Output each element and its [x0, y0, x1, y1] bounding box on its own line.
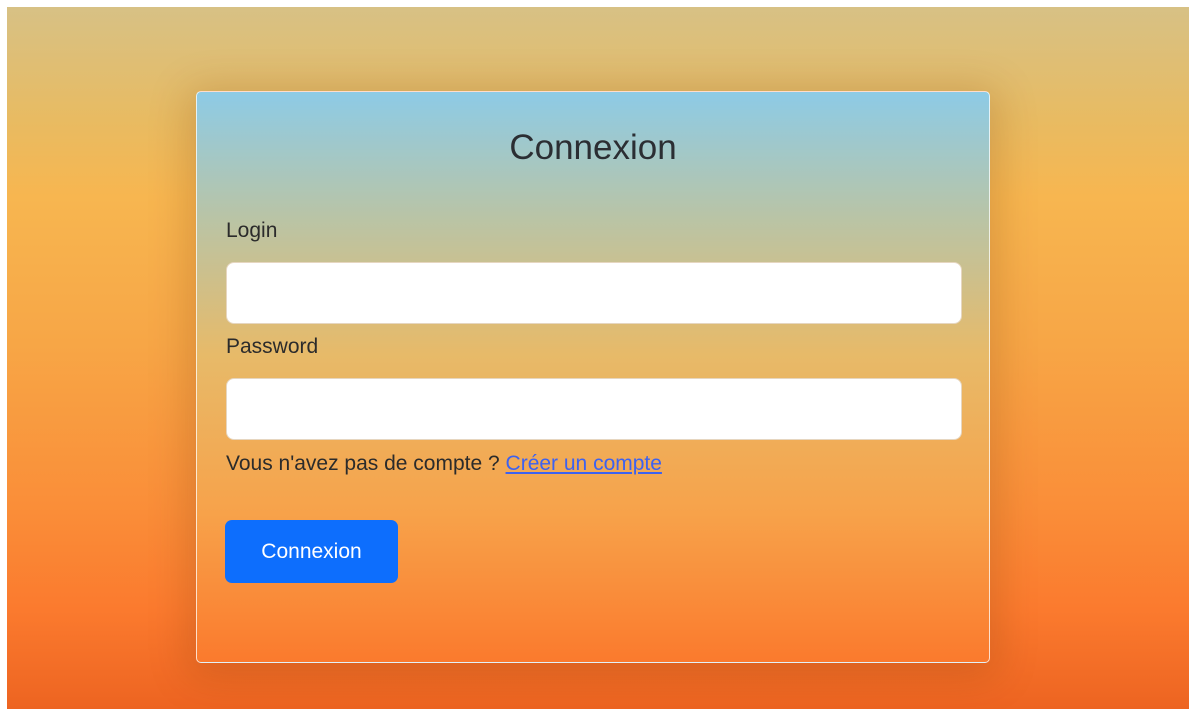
- login-card: Connexion Login Password Vous n'avez pas…: [196, 91, 990, 663]
- page-title: Connexion: [509, 128, 677, 167]
- login-label: Login: [226, 219, 278, 242]
- page-background: Connexion Login Password Vous n'avez pas…: [7, 7, 1189, 709]
- password-input[interactable]: [226, 378, 962, 440]
- login-input[interactable]: [226, 262, 962, 324]
- submit-button[interactable]: Connexion: [225, 520, 398, 583]
- signup-prompt: Vous n'avez pas de compte ?: [226, 452, 500, 475]
- signup-line: Vous n'avez pas de compte ? Créer un com…: [226, 452, 662, 476]
- signup-link[interactable]: Créer un compte: [506, 452, 662, 475]
- password-label: Password: [226, 335, 319, 358]
